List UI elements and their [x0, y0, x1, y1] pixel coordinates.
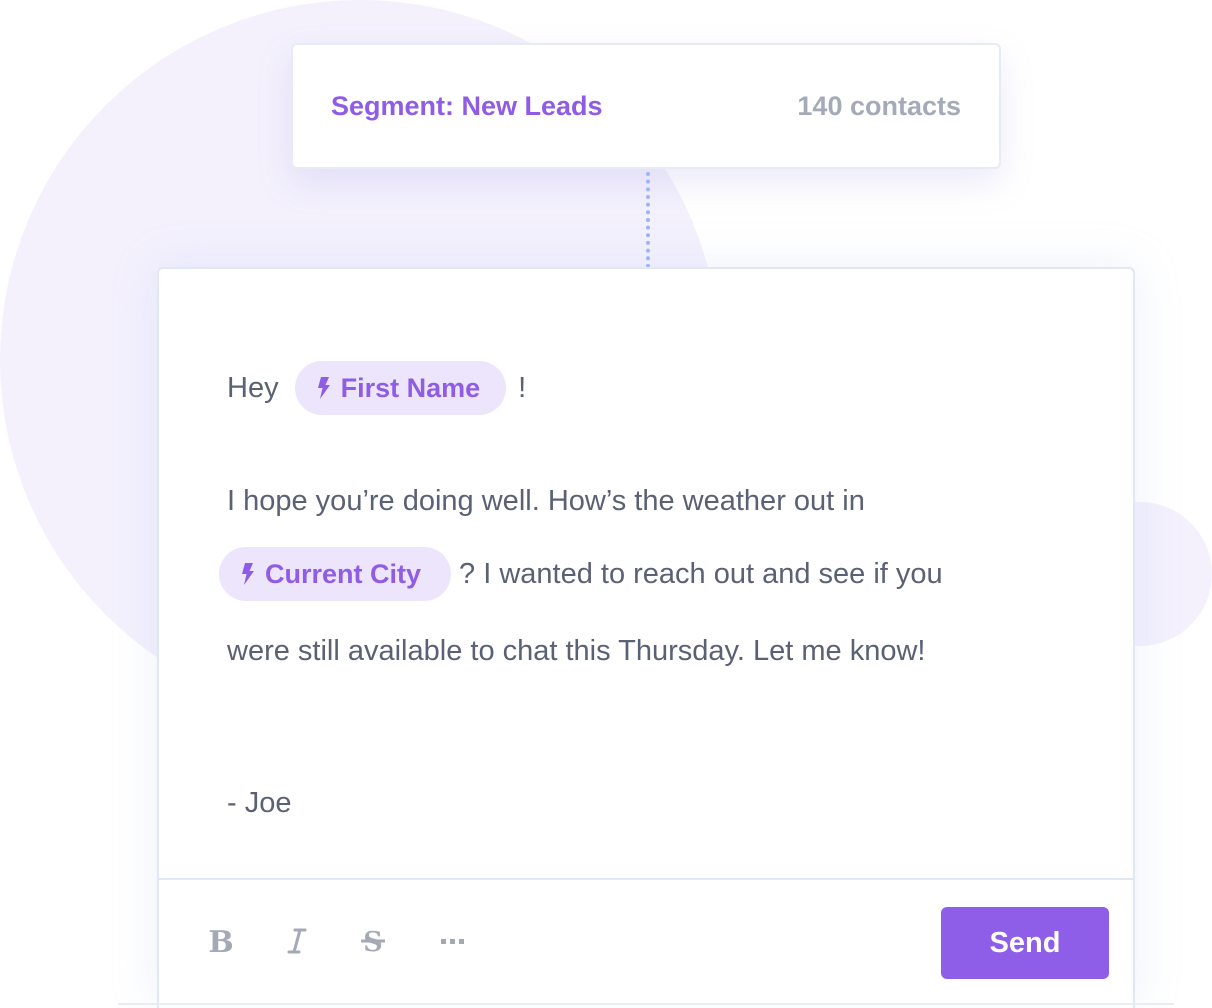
- body-line-1: I hope you’re doing well. How’s the weat…: [227, 474, 865, 528]
- first-name-tag[interactable]: First Name: [294, 361, 507, 415]
- segment-card[interactable]: Segment: New Leads 140 contacts: [291, 43, 1001, 169]
- italic-button[interactable]: [275, 919, 319, 963]
- greeting-prefix: Hey: [227, 371, 279, 404]
- message-editor[interactable]: Hey First Name ! I hope you’re doing wel…: [157, 267, 1135, 1008]
- segment-contact-count: 140 contacts: [797, 90, 961, 121]
- body-line-2: Current City ? I wanted to reach out and…: [219, 547, 943, 601]
- segment-connector-line: [646, 172, 650, 268]
- greeting-line: Hey First Name !: [227, 361, 526, 415]
- bold-button[interactable]: B: [199, 919, 243, 963]
- strikethrough-icon: S: [361, 927, 385, 955]
- strikethrough-button[interactable]: S: [351, 919, 395, 963]
- italic-icon: [287, 928, 307, 954]
- body-text-line-2: ? I wanted to reach out and see if you: [459, 557, 943, 590]
- svg-text:B: B: [208, 927, 233, 955]
- body-text-line-1: I hope you’re doing well. How’s the weat…: [227, 484, 865, 517]
- signature: - Joe: [227, 786, 292, 819]
- segment-label: Segment: New Leads: [331, 90, 603, 121]
- more-icon: [441, 939, 464, 944]
- more-options-button[interactable]: [431, 919, 475, 963]
- bold-icon: B: [208, 927, 233, 955]
- current-city-tag-label: Current City: [265, 558, 422, 589]
- body-line-3: were still available to chat this Thursd…: [227, 624, 925, 678]
- toolbar-divider: [159, 878, 1133, 880]
- send-button[interactable]: Send: [941, 907, 1109, 979]
- bottom-divider: [118, 1003, 1174, 1005]
- first-name-tag-label: First Name: [340, 372, 481, 403]
- current-city-tag[interactable]: Current City: [219, 547, 452, 601]
- lightning-icon: [241, 563, 255, 585]
- lightning-icon: [317, 377, 331, 399]
- body-text-line-3: were still available to chat this Thursd…: [227, 634, 926, 667]
- greeting-suffix: !: [518, 371, 527, 404]
- signature-line: - Joe: [227, 776, 291, 830]
